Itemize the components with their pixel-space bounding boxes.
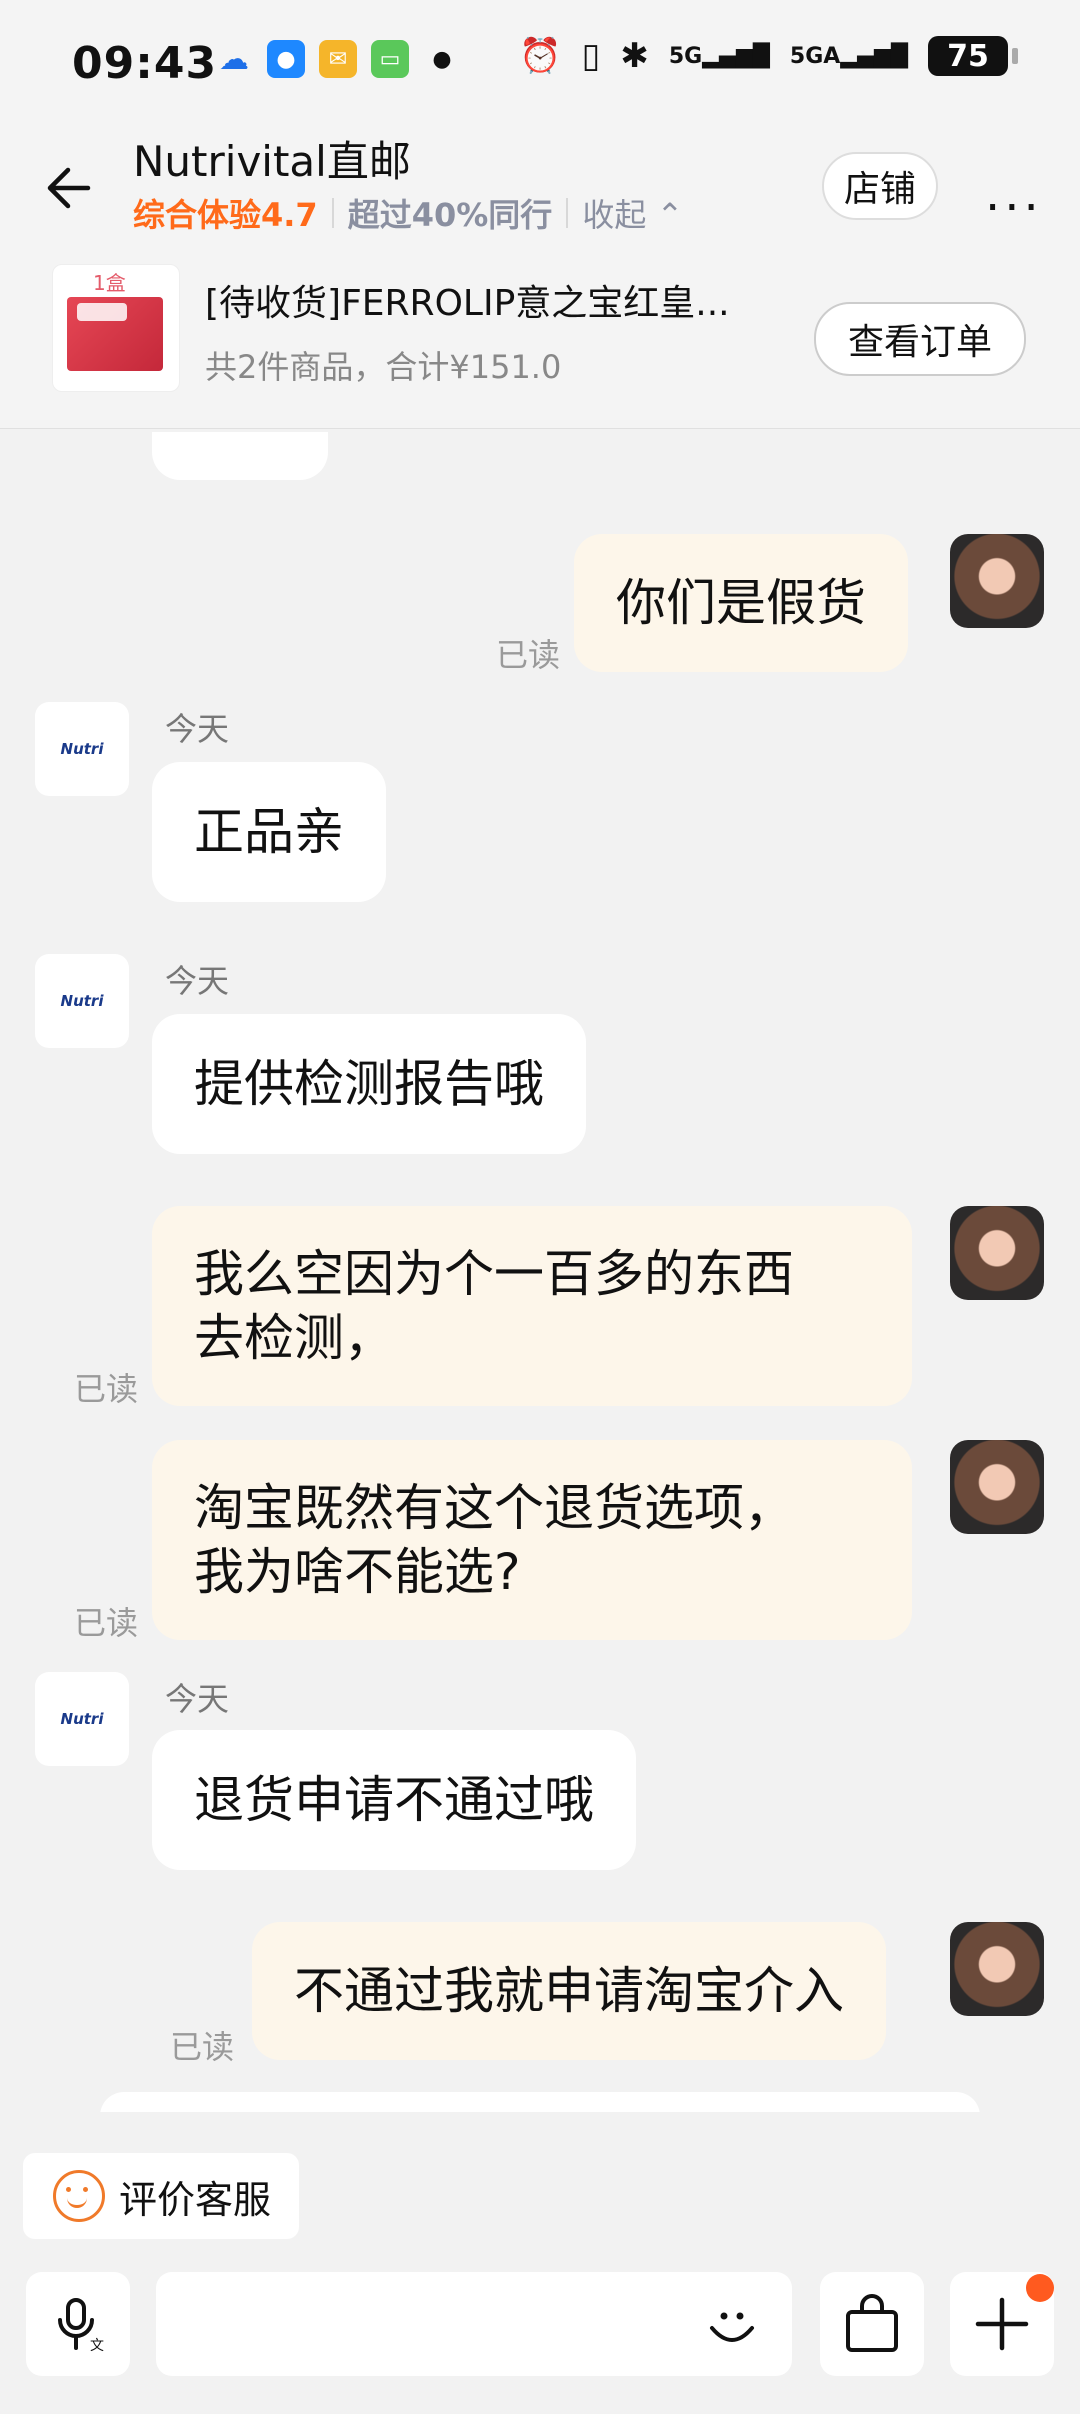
product-button[interactable] bbox=[820, 2272, 924, 2376]
chat-header: Nutrivital直邮 综合体验4.7 超过40%同行 收起 ⌃ 店铺 ···… bbox=[0, 118, 1080, 429]
user-avatar[interactable] bbox=[950, 1206, 1044, 1300]
message-bubble[interactable]: 正品亲 bbox=[152, 762, 386, 902]
message-bubble[interactable]: 淘宝既然有这个退货选项， 我为啥不能选? bbox=[152, 1440, 912, 1640]
collapse-toggle[interactable]: 收起 ⌃ bbox=[582, 190, 683, 236]
message-bubble[interactable]: 提供检测报告哦 bbox=[152, 1014, 586, 1154]
chevron-up-icon: ⌃ bbox=[656, 196, 684, 234]
microphone-icon: 文 bbox=[58, 2298, 104, 2354]
shop-avatar[interactable]: Nutri bbox=[35, 954, 129, 1048]
voice-input-button[interactable]: 文 bbox=[26, 2272, 130, 2376]
divider bbox=[331, 198, 334, 228]
shop-button[interactable]: 店铺 bbox=[822, 152, 938, 220]
signal-5ga-icon: 5GA▂▄▆█ bbox=[789, 43, 908, 69]
chat-messages[interactable]: 你们是假货 已读 Nutri 今天 正品亲 Nutri 今天 提供检测报告哦 我… bbox=[0, 432, 1080, 2112]
message-input[interactable] bbox=[156, 2272, 792, 2376]
user-avatar[interactable] bbox=[950, 1440, 1044, 1534]
plus-icon bbox=[975, 2297, 1029, 2351]
emoji-icon[interactable] bbox=[702, 2294, 762, 2354]
alarm-icon: ⏰ bbox=[519, 36, 562, 76]
read-status: 已读 bbox=[74, 1370, 139, 1408]
more-dot-icon: ● bbox=[432, 46, 452, 72]
read-status: 已读 bbox=[170, 2028, 235, 2066]
system-status: ⏰ ▯ ✱ 5G▂▄▆█ 5GA▂▄▆█ 75 bbox=[519, 36, 1018, 76]
partial-card bbox=[100, 2092, 980, 2112]
message-bubble[interactable]: 你们是假货 bbox=[574, 534, 908, 672]
vibrate-icon: ▯ bbox=[581, 36, 601, 76]
mail-icon: ✉ bbox=[319, 40, 357, 78]
more-icon[interactable]: ··· bbox=[985, 180, 1043, 236]
svg-text:文: 文 bbox=[90, 2338, 104, 2354]
signal-5g-icon: 5G▂▄▆█ bbox=[668, 43, 770, 69]
cloud-icon: ☁ bbox=[219, 41, 249, 77]
order-title[interactable]: [待收货]FERROLIP意之宝红皇... bbox=[205, 274, 765, 326]
app-icon: ● bbox=[267, 40, 305, 78]
peer-ranking: 超过40%同行 bbox=[347, 196, 553, 234]
message-date: 今天 bbox=[165, 1680, 230, 1718]
divider bbox=[566, 198, 569, 228]
status-bar: 09:43 ☁ ● ✉ ▭ ● ⏰ ▯ ✱ 5G▂▄▆█ 5GA▂▄▆█ 75 bbox=[0, 0, 1080, 128]
message-bubble[interactable]: 退货申请不通过哦 bbox=[152, 1730, 636, 1870]
notification-icons: ☁ ● ✉ ▭ ● bbox=[215, 40, 461, 78]
status-time: 09:43 bbox=[72, 38, 218, 89]
product-quantity-tag: 1盒 bbox=[93, 271, 126, 295]
input-bar: 文 bbox=[0, 2262, 1080, 2414]
read-status: 已读 bbox=[496, 636, 561, 674]
message-date: 今天 bbox=[165, 962, 230, 1000]
battery-icon: 75 bbox=[928, 36, 1018, 76]
shop-name[interactable]: Nutrivital直邮 bbox=[133, 128, 411, 189]
order-summary: 共2件商品，合计¥151.0 bbox=[205, 348, 562, 386]
shopping-bag-icon bbox=[846, 2294, 898, 2352]
shop-avatar[interactable]: Nutri bbox=[35, 1672, 129, 1766]
shop-avatar[interactable]: Nutri bbox=[35, 702, 129, 796]
experience-score: 综合体验4.7 bbox=[133, 196, 318, 234]
message-date: 今天 bbox=[165, 710, 230, 748]
message-bubble[interactable]: 我么空因为个一百多的东西 去检测， bbox=[152, 1206, 912, 1406]
view-order-button[interactable]: 查看订单 bbox=[814, 302, 1026, 376]
message-icon: ▭ bbox=[371, 40, 409, 78]
bluetooth-icon: ✱ bbox=[620, 36, 649, 76]
user-avatar[interactable] bbox=[950, 1922, 1044, 2016]
notification-dot bbox=[1026, 2274, 1054, 2302]
read-status: 已读 bbox=[74, 1604, 139, 1642]
back-arrow-icon[interactable] bbox=[40, 158, 100, 218]
order-product-image[interactable]: 1盒 bbox=[52, 264, 180, 392]
shop-metrics: 综合体验4.7 超过40%同行 收起 ⌃ bbox=[133, 190, 683, 236]
message-bubble[interactable]: 不通过我就申请淘宝介入 bbox=[252, 1922, 886, 2060]
rate-service-button[interactable]: 评价客服 bbox=[23, 2153, 299, 2239]
user-avatar[interactable] bbox=[950, 534, 1044, 628]
smile-icon bbox=[53, 2170, 105, 2222]
product-box-image bbox=[67, 297, 163, 371]
partial-message-bubble bbox=[152, 432, 328, 480]
